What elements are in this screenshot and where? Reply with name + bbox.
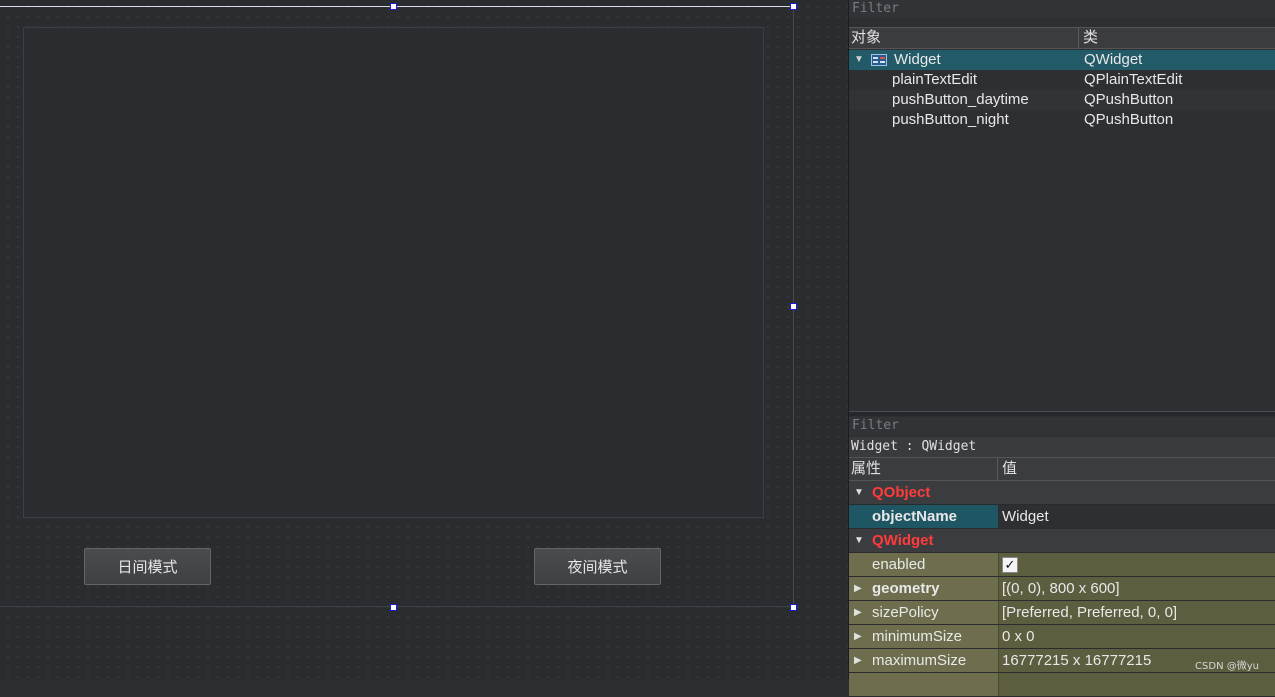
object-class: QWidget	[1084, 51, 1143, 68]
object-name: pushButton_daytime	[892, 91, 1029, 108]
property-row-partial[interactable]	[849, 673, 1275, 697]
resize-handle-top[interactable]	[390, 3, 397, 10]
collapse-arrow-icon[interactable]: ▼	[854, 50, 864, 70]
property-editor-header: 属性 值	[849, 457, 1275, 481]
property-enabled[interactable]: enabled ✓	[849, 553, 1275, 577]
property-context-label: Widget : QWidget	[849, 437, 1275, 457]
property-value: 0 x 0	[1002, 628, 1035, 645]
property-name: objectName	[872, 508, 958, 525]
daytime-mode-label: 日间模式	[117, 558, 178, 576]
property-value: 16777215 x 16777215	[1002, 652, 1152, 669]
object-row-widget[interactable]: ▼ Widget QWidget	[849, 50, 1275, 70]
plain-text-edit[interactable]	[23, 27, 764, 518]
widget-icon	[871, 54, 887, 66]
form-bottom-edge	[0, 606, 794, 607]
column-header-object[interactable]: 对象	[849, 28, 881, 48]
object-row-plaintextedit[interactable]: plainTextEdit QPlainTextEdit	[849, 70, 1275, 90]
night-mode-button[interactable]: 夜间模式	[534, 548, 661, 585]
object-name: plainTextEdit	[892, 71, 978, 88]
object-class: QPushButton	[1084, 91, 1174, 108]
form-canvas[interactable]: 日间模式 夜间模式	[0, 0, 848, 679]
property-filter-input[interactable]: Filter	[849, 417, 1275, 436]
expand-arrow-icon[interactable]: ▶	[854, 625, 862, 648]
property-value-cell[interactable]	[998, 673, 1275, 696]
group-qwidget[interactable]: ▼ QWidget	[849, 529, 1275, 553]
object-name: pushButton_night	[892, 111, 1009, 128]
property-value: [Preferred, Preferred, 0, 0]	[1002, 604, 1178, 621]
property-sizepolicy[interactable]: ▶ sizePolicy [Preferred, Preferred, 0, 0…	[849, 601, 1275, 625]
night-mode-label: 夜间模式	[567, 558, 628, 576]
property-name: sizePolicy	[872, 604, 939, 621]
object-tree: ▼ Widget QWidget plainTextEdit QPlainTex…	[849, 49, 1275, 411]
form-top-edge	[0, 6, 794, 7]
resize-handle-bottom-right[interactable]	[790, 604, 797, 611]
property-name: minimumSize	[872, 628, 963, 645]
group-qobject[interactable]: ▼ QObject	[849, 481, 1275, 505]
property-name: geometry	[872, 580, 940, 597]
collapse-arrow-icon[interactable]: ▼	[854, 529, 864, 552]
resize-handle-bottom[interactable]	[390, 604, 397, 611]
enabled-checkbox[interactable]: ✓	[1002, 557, 1018, 573]
column-divider[interactable]	[1078, 28, 1079, 48]
object-filter-input[interactable]: Filter	[849, 0, 1275, 18]
object-name: Widget	[894, 51, 941, 68]
collapse-arrow-icon[interactable]: ▼	[854, 481, 864, 504]
property-value: [(0, 0), 800 x 600]	[1002, 580, 1120, 597]
property-value-cell[interactable]	[998, 553, 1275, 576]
property-name: maximumSize	[872, 652, 967, 669]
property-value: Widget	[1002, 508, 1049, 525]
expand-arrow-icon[interactable]: ▶	[854, 577, 862, 600]
object-row-pushbutton-night[interactable]: pushButton_night QPushButton	[849, 110, 1275, 130]
column-header-property[interactable]: 属性	[849, 458, 881, 480]
property-objectname[interactable]: objectName Widget	[849, 505, 1275, 529]
watermark: CSDN @微yu	[1195, 661, 1259, 672]
group-label: QObject	[872, 484, 931, 501]
property-geometry[interactable]: ▶ geometry [(0, 0), 800 x 600]	[849, 577, 1275, 601]
expand-arrow-icon[interactable]: ▶	[854, 601, 862, 624]
object-class: QPushButton	[1084, 111, 1174, 128]
object-inspector-header: 对象 类	[849, 27, 1275, 49]
right-dock-panel: Filter 对象 类 ▼ Widget QWidget plainTextEd…	[849, 0, 1275, 697]
group-label: QWidget	[872, 532, 934, 549]
daytime-mode-button[interactable]: 日间模式	[84, 548, 211, 585]
property-name: enabled	[872, 556, 926, 573]
dock-splitter[interactable]	[849, 411, 1275, 416]
column-header-value[interactable]: 值	[1000, 458, 1017, 480]
property-minimumsize[interactable]: ▶ minimumSize 0 x 0	[849, 625, 1275, 649]
object-class: QPlainTextEdit	[1084, 71, 1183, 88]
column-header-class[interactable]: 类	[1081, 28, 1098, 48]
resize-handle-top-right[interactable]	[790, 3, 797, 10]
object-row-pushbutton-daytime[interactable]: pushButton_daytime QPushButton	[849, 90, 1275, 110]
expand-arrow-icon[interactable]: ▶	[854, 649, 862, 672]
resize-handle-right[interactable]	[790, 303, 797, 310]
column-divider[interactable]	[997, 458, 998, 480]
property-value-cell[interactable]	[998, 625, 1275, 648]
